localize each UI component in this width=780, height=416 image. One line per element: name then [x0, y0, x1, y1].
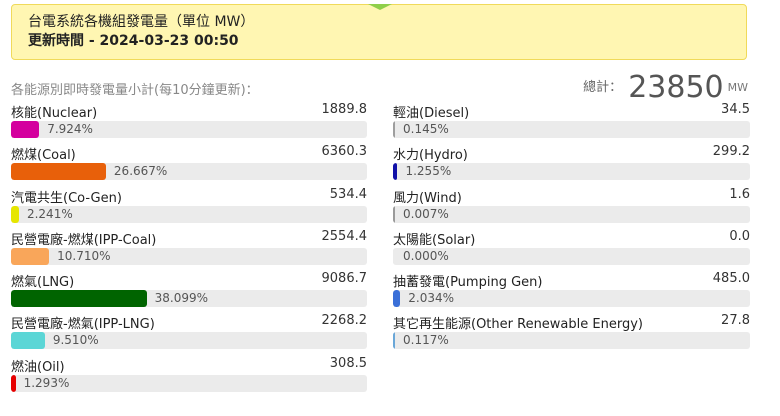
source-name: 核能(Nuclear) [11, 106, 98, 121]
share-bar-track: 1.255% [393, 163, 750, 181]
source-value: 299.2 [712, 144, 750, 160]
share-bar-track: 26.667% [11, 163, 367, 181]
energy-source-row: 燃油(Oil) 308.5 1.293% [11, 356, 367, 398]
share-bar-fill [11, 332, 45, 350]
share-bar-fill [11, 290, 147, 308]
total-unit: MW [727, 81, 748, 94]
source-value: 9086.7 [321, 271, 368, 287]
energy-source-row: 民營電廠-燃煤(IPP-Coal) 2554.4 10.710% [11, 229, 367, 271]
section-subtitle: 各能源別即時發電量小計(每10分鐘更新)： [11, 83, 259, 98]
source-name: 燃油(Oil) [11, 359, 65, 375]
energy-source-row: 抽蓄發電(Pumping Gen) 485.0 2.034% [393, 271, 750, 313]
source-value: 1.6 [729, 186, 750, 202]
share-percent: 0.000% [403, 248, 449, 263]
share-percent: 0.007% [403, 206, 449, 221]
source-name: 民營電廠-燃煤(IPP-Coal) [11, 232, 157, 248]
energy-source-row: 民營電廠-燃氣(IPP-LNG) 2268.2 9.510% [11, 313, 367, 355]
source-value: 2268.2 [321, 313, 368, 329]
share-bar-fill [11, 163, 106, 181]
share-bar-track: 9.510% [11, 332, 367, 350]
share-percent: 7.924% [47, 122, 93, 136]
share-percent: 1.255% [405, 164, 452, 179]
share-bar-fill [393, 247, 395, 265]
share-percent: 0.145% [403, 122, 449, 136]
energy-source-list-left: 核能(Nuclear) 1889.8 7.924% 燃煤(Coal) 6360.3 26.… [11, 102, 367, 398]
share-bar-fill [11, 374, 16, 392]
source-value: 0.0 [729, 228, 750, 244]
total-generation: 總計： 23850 MW [583, 70, 748, 105]
panel-title: 台電系統各機組發電量（單位 MW） [28, 14, 255, 30]
share-bar-track: 0.145% [393, 121, 750, 138]
share-bar-track: 0.000% [393, 247, 750, 265]
source-name: 燃氣(LNG) [11, 275, 75, 291]
source-name: 太陽能(Solar) [393, 232, 476, 248]
share-bar-track: 0.117% [393, 332, 750, 350]
energy-source-row: 水力(Hydro) 299.2 1.255% [393, 144, 750, 186]
source-name: 風力(Wind) [393, 190, 462, 206]
energy-source-list-right: 輕油(Diesel) 34.5 0.145% 水力(Hydro) 299.2 1.255%… [393, 102, 750, 356]
share-bar-fill [393, 163, 398, 181]
source-name: 水力(Hydro) [393, 148, 468, 164]
share-percent: 0.117% [403, 333, 449, 348]
energy-source-row: 汽電共生(Co-Gen) 534.4 2.241% [11, 187, 367, 229]
update-time: 更新時間 - 2024-03-23 00:50 [28, 33, 239, 49]
share-percent: 26.667% [113, 164, 168, 179]
share-percent: 2.034% [408, 291, 455, 306]
energy-source-row: 太陽能(Solar) 0.0 0.000% [393, 229, 750, 271]
share-bar-fill [11, 121, 40, 138]
share-percent: 1.293% [23, 375, 70, 390]
share-bar-track: 2.034% [393, 290, 750, 308]
source-value: 1889.8 [321, 102, 368, 117]
share-percent: 10.710% [57, 248, 111, 263]
energy-source-row: 燃氣(LNG) 9086.7 38.099% [11, 271, 367, 313]
energy-source-row: 核能(Nuclear) 1889.8 7.924% [11, 102, 367, 144]
source-value: 308.5 [329, 355, 367, 371]
panel-pointer-notch [368, 4, 392, 10]
energy-source-row: 其它再生能源(Other Renewable Energy) 27.8 0.117% [393, 313, 750, 355]
share-bar-track: 0.007% [393, 205, 750, 223]
total-label: 總計： [583, 80, 623, 95]
share-bar-track: 7.924% [11, 121, 367, 138]
source-value: 6360.3 [321, 144, 368, 160]
total-value: 23850 [628, 70, 724, 105]
source-value: 2554.4 [321, 228, 368, 244]
source-name: 輕油(Diesel) [393, 106, 470, 121]
energy-source-row: 燃煤(Coal) 6360.3 26.667% [11, 144, 367, 186]
source-value: 27.8 [721, 313, 750, 329]
share-bar-fill [393, 121, 395, 138]
share-bar-fill [11, 247, 50, 265]
share-bar-fill [393, 332, 395, 350]
source-value: 485.0 [712, 271, 750, 287]
share-percent: 9.510% [52, 333, 99, 348]
source-name: 汽電共生(Co-Gen) [11, 190, 122, 206]
share-percent: 38.099% [154, 291, 209, 306]
source-name: 民營電廠-燃氣(IPP-LNG) [11, 317, 155, 333]
share-bar-track: 10.710% [11, 247, 367, 265]
source-name: 抽蓄發電(Pumping Gen) [393, 275, 543, 291]
share-percent: 2.241% [26, 206, 73, 221]
energy-source-row: 輕油(Diesel) 34.5 0.145% [393, 102, 750, 144]
share-bar-fill [11, 205, 19, 223]
share-bar-track: 1.293% [11, 374, 367, 392]
source-value: 34.5 [721, 102, 750, 117]
share-bar-track: 2.241% [11, 205, 367, 223]
share-bar-fill [393, 290, 401, 308]
source-name: 燃煤(Coal) [11, 148, 76, 164]
share-bar-fill [393, 205, 395, 223]
source-value: 534.4 [329, 186, 367, 202]
update-info-panel: 台電系統各機組發電量（單位 MW） 更新時間 - 2024-03-23 00:5… [11, 4, 747, 60]
energy-source-row: 風力(Wind) 1.6 0.007% [393, 187, 750, 229]
share-bar-track: 38.099% [11, 290, 367, 308]
source-name: 其它再生能源(Other Renewable Energy) [393, 317, 643, 333]
